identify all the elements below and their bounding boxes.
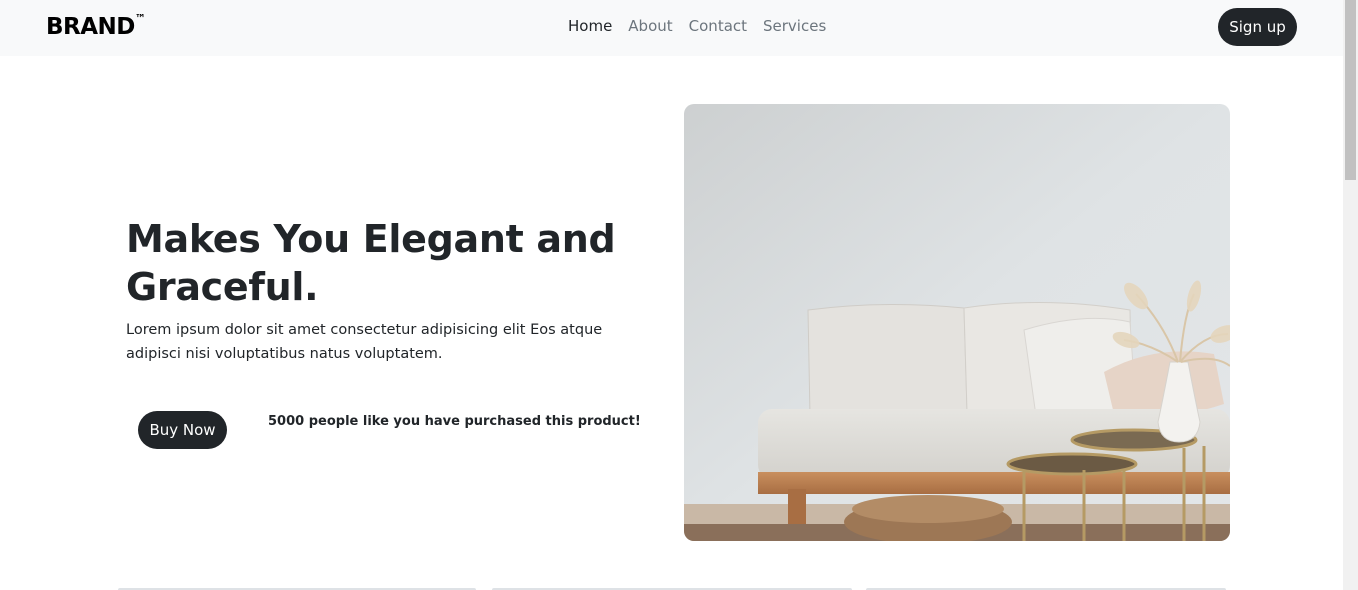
signup-button[interactable]: Sign up [1218, 8, 1297, 46]
navbar: BRAND™ Home About Contact Services Sign … [0, 0, 1343, 56]
page-scrollbar[interactable] [1343, 0, 1358, 590]
nav-links: Home About Contact Services [568, 17, 842, 35]
nav-link-services[interactable]: Services [763, 17, 826, 35]
scrollbar-thumb[interactable] [1345, 0, 1356, 180]
sofa-photo [684, 104, 1230, 541]
purchase-note: 5000 people like you have purchased this… [268, 414, 641, 429]
nav-link-home[interactable]: Home [568, 17, 612, 35]
hero-title: Makes You Elegant and Graceful. [126, 217, 616, 309]
buy-now-button[interactable]: Buy Now [138, 411, 227, 449]
brand-logo[interactable]: BRAND™ [46, 12, 146, 40]
nav-link-contact[interactable]: Contact [689, 17, 747, 35]
brand-name: BRAND [46, 14, 135, 40]
hero-description: Lorem ipsum dolor sit amet consectetur a… [126, 322, 603, 362]
trademark-mark: ™ [134, 12, 146, 26]
nav-link-about[interactable]: About [628, 17, 672, 35]
hero-product-image [684, 104, 1230, 541]
